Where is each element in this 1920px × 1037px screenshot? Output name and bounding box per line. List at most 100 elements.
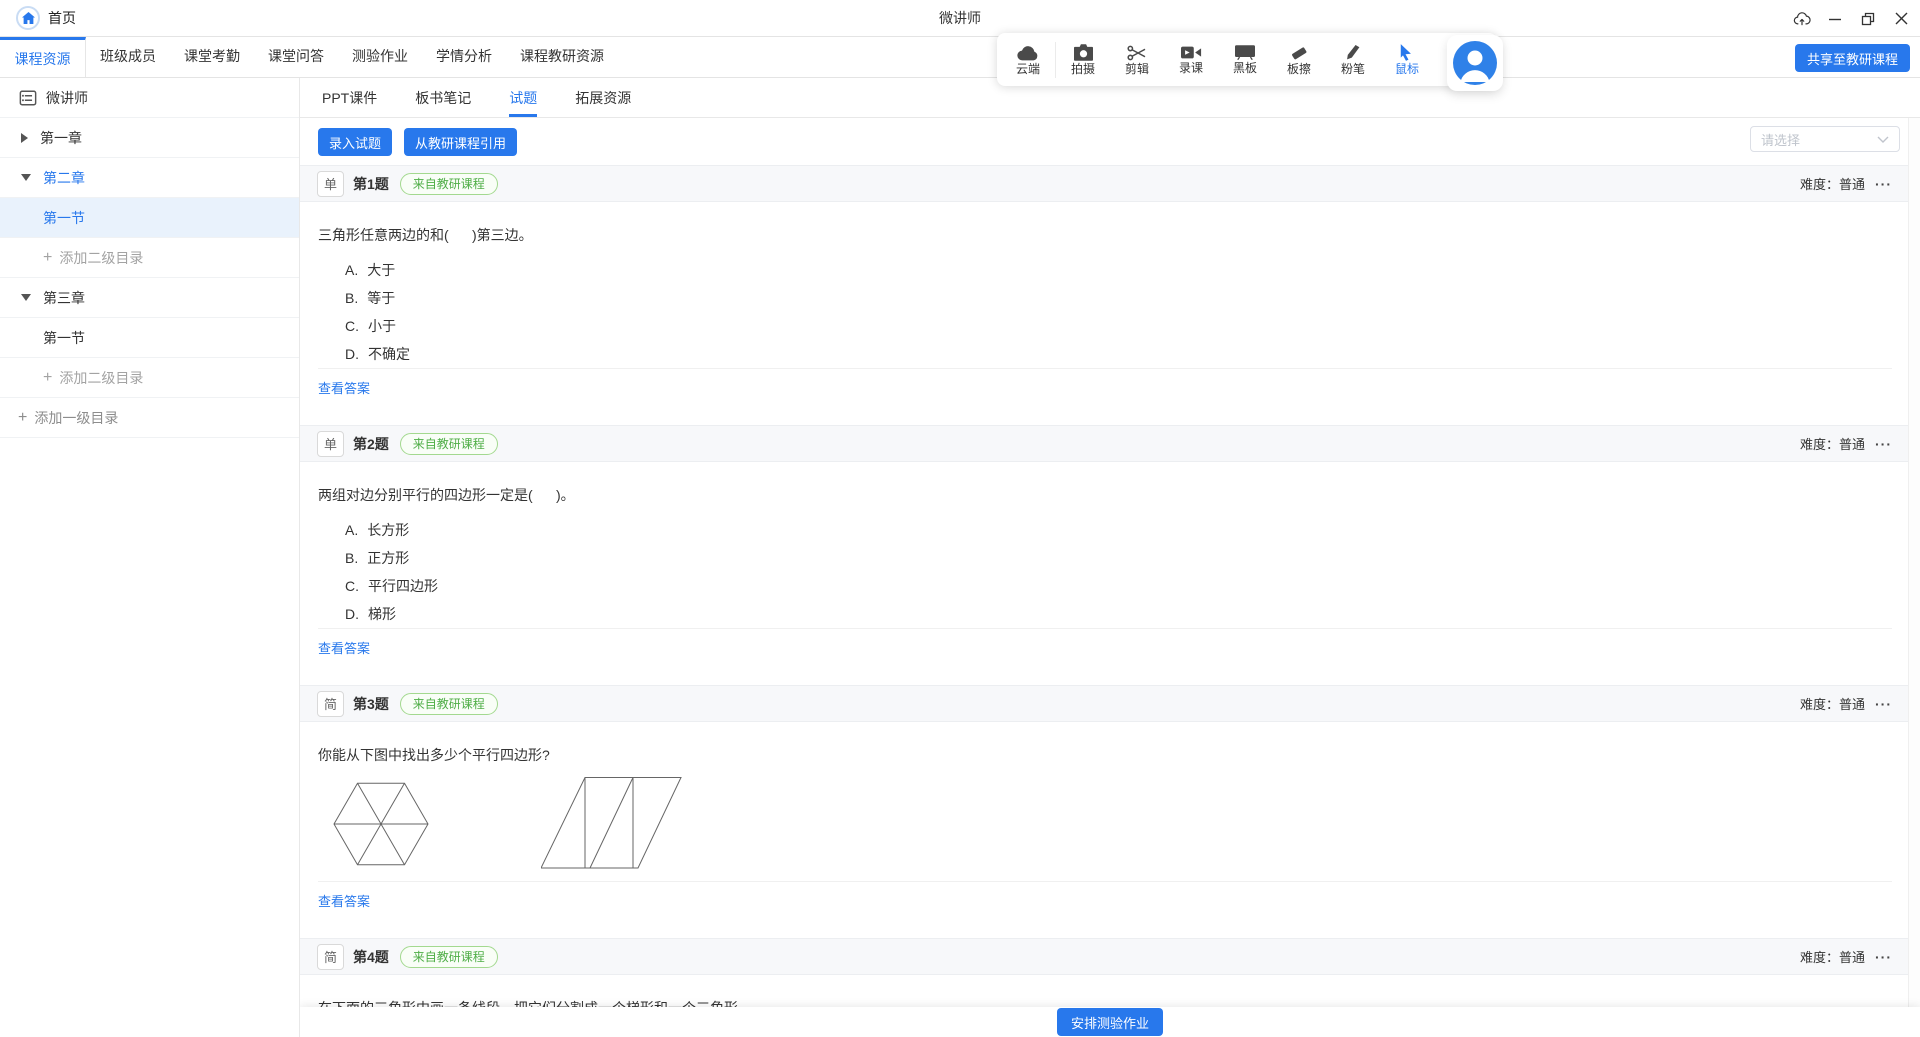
eraser-icon [1290, 45, 1308, 61]
view-answer-link[interactable]: 查看答案 [318, 891, 370, 910]
question-type-badge: 单 [317, 170, 344, 197]
question-type-badge: 简 [317, 943, 344, 970]
more-options-icon[interactable]: ··· [1875, 436, 1892, 452]
question-body: 两组对边分别平行的四边形一定是( )。 A. 长方形 B. 正方形 C. 平行四边形 … [300, 462, 1920, 685]
sidebar-item-chapter2-section1[interactable]: 第一节 [0, 198, 299, 238]
question-header: 单 第1题 来自教研课程 难度：普通 ··· [300, 165, 1920, 202]
nav-tab-class-members[interactable]: 班级成员 [86, 37, 170, 77]
camera-icon [1073, 44, 1093, 61]
scrollbar-track[interactable] [1908, 118, 1920, 1037]
window-controls [1793, 0, 1910, 37]
maximize-icon[interactable] [1859, 10, 1877, 28]
app-title: 微讲师 [939, 10, 981, 26]
source-badge: 来自教研课程 [399, 432, 498, 455]
add-chapter-button[interactable]: + 添加一级目录 [0, 398, 299, 438]
share-to-research-button[interactable]: 共享至教研课程 [1794, 44, 1910, 72]
question-header: 单 第2题 来自教研课程 难度：普通 ··· [300, 425, 1920, 462]
more-options-icon[interactable]: ··· [1875, 949, 1892, 965]
plus-icon: + [18, 408, 28, 426]
question-card: 单 第2题 来自教研课程 难度：普通 ··· 两组对边分别平行的四边形一定是( … [300, 425, 1920, 685]
option-a: A. 大于 [345, 262, 396, 278]
difficulty-label: 难度：普通 [1799, 950, 1865, 965]
question-type-badge: 单 [317, 430, 344, 457]
tab-extended-resources[interactable]: 拓展资源 [575, 78, 631, 117]
view-answer-link[interactable]: 查看答案 [318, 638, 370, 657]
nav-tab-learning-analysis[interactable]: 学情分析 [422, 37, 506, 77]
main-content: PPT课件 板书笔记 试题 拓展资源 录入试题 从教研课程引用 请选择 单 第1… [300, 78, 1920, 1037]
cloud-upload-icon[interactable] [1793, 10, 1811, 28]
scissors-icon [1127, 45, 1147, 61]
toolbar-item-mouse[interactable]: 鼠标 [1380, 33, 1434, 86]
toolbar-item-record[interactable]: 录课 [1164, 33, 1218, 86]
question-header: 简 第3题 来自教研课程 难度：普通 ··· [300, 685, 1920, 722]
difficulty-label: 难度：普通 [1799, 697, 1865, 712]
sidebar-item-chapter1[interactable]: 第一章 [0, 118, 299, 158]
cite-from-research-button[interactable]: 从教研课程引用 [404, 128, 518, 156]
bottom-action-bar: 安排测验作业 [300, 1007, 1920, 1037]
toolbar-item-capture[interactable]: 拍摄 [1056, 33, 1110, 86]
nav-tab-research-resources[interactable]: 课程教研资源 [506, 37, 618, 77]
view-answer-link[interactable]: 查看答案 [318, 378, 370, 397]
plus-icon: + [43, 368, 53, 386]
sidebar-item-chapter2[interactable]: 第二章 [0, 158, 299, 198]
option-d: D. 梯形 [345, 606, 396, 622]
video-camera-icon [1180, 45, 1202, 60]
add-subsection-button-chapter3[interactable]: + 添加二级目录 [0, 358, 299, 398]
home-label: 首页 [48, 10, 76, 26]
question-number: 第3题 [353, 695, 389, 712]
chevron-down-icon [1877, 136, 1889, 143]
tab-test-questions[interactable]: 试题 [509, 78, 538, 117]
tab-board-notes[interactable]: 板书笔记 [415, 78, 471, 117]
question-body: 你能从下图中找出多少个平行四边形? 查看答案 [300, 722, 1920, 938]
toolbar-item-edit[interactable]: 剪辑 [1110, 33, 1164, 86]
toolbar-item-blackboard[interactable]: 黑板 [1218, 33, 1272, 86]
more-options-icon[interactable]: ··· [1875, 176, 1892, 192]
sidebar-item-chapter3[interactable]: 第三章 [0, 278, 299, 318]
chalk-icon [1345, 44, 1361, 61]
chevron-down-icon [21, 294, 31, 301]
question-number: 第1题 [353, 175, 389, 192]
question-text: 三角形任意两边的和( )第三边。 [318, 227, 533, 243]
hexagon-figure [333, 782, 429, 866]
option-d: D. 不确定 [345, 346, 410, 362]
toolbar-item-chalk[interactable]: 粉笔 [1326, 33, 1380, 86]
option-c: C. 平行四边形 [345, 578, 438, 594]
difficulty-label: 难度：普通 [1799, 437, 1865, 452]
question-actions: 录入试题 从教研课程引用 请选择 [300, 118, 1920, 165]
assign-quiz-button[interactable]: 安排测验作业 [1056, 1008, 1163, 1036]
toolbar-item-eraser[interactable]: 板擦 [1272, 33, 1326, 86]
main-nav-tabs: 课程资源 班级成员 课堂考勤 课堂问答 测验作业 学情分析 课程教研资源 共享至… [0, 37, 1920, 78]
plus-icon: + [43, 248, 53, 266]
blackboard-icon [1235, 45, 1255, 60]
minimize-icon[interactable] [1826, 10, 1844, 28]
question-figures [333, 777, 1892, 871]
option-b: B. 正方形 [345, 550, 410, 566]
source-badge: 来自教研课程 [399, 692, 498, 715]
question-number: 第2题 [353, 435, 389, 452]
toolbar-item-cloud[interactable]: 云端 [1001, 33, 1055, 86]
home-button[interactable]: 首页 [16, 6, 76, 30]
chevron-down-icon [21, 174, 31, 181]
question-text: 两组对边分别平行的四边形一定是( )。 [318, 487, 575, 503]
source-badge: 来自教研课程 [399, 172, 498, 195]
nav-tab-class-qa[interactable]: 课堂问答 [254, 37, 338, 77]
nav-tab-attendance[interactable]: 课堂考勤 [170, 37, 254, 77]
add-subsection-button-chapter2[interactable]: + 添加二级目录 [0, 238, 299, 278]
close-icon[interactable] [1892, 10, 1910, 28]
question-card: 简 第3题 来自教研课程 难度：普通 ··· 你能从下图中找出多少个平行四边形? [300, 685, 1920, 938]
tab-ppt-courseware[interactable]: PPT课件 [322, 78, 377, 117]
nav-tab-quiz-homework[interactable]: 测验作业 [338, 37, 422, 77]
question-body: 三角形任意两边的和( )第三边。 A. 大于 B. 等于 C. 小于 D. 不确定 查看… [300, 202, 1920, 425]
cursor-icon [1400, 44, 1415, 61]
question-filter-select[interactable]: 请选择 [1750, 126, 1900, 152]
enter-question-button[interactable]: 录入试题 [318, 128, 393, 156]
more-options-icon[interactable]: ··· [1875, 696, 1892, 712]
course-list-icon [19, 89, 37, 107]
nav-tab-course-resources[interactable]: 课程资源 [0, 37, 86, 77]
difficulty-label: 难度：普通 [1799, 177, 1865, 192]
user-avatar[interactable] [1447, 35, 1503, 91]
option-a: A. 长方形 [345, 522, 410, 538]
question-list: 单 第1题 来自教研课程 难度：普通 ··· 三角形任意两边的和( )第三边。 … [300, 165, 1920, 1037]
sidebar-item-chapter3-section1[interactable]: 第一节 [0, 318, 299, 358]
title-bar: 首页 微讲师 [0, 0, 1920, 37]
